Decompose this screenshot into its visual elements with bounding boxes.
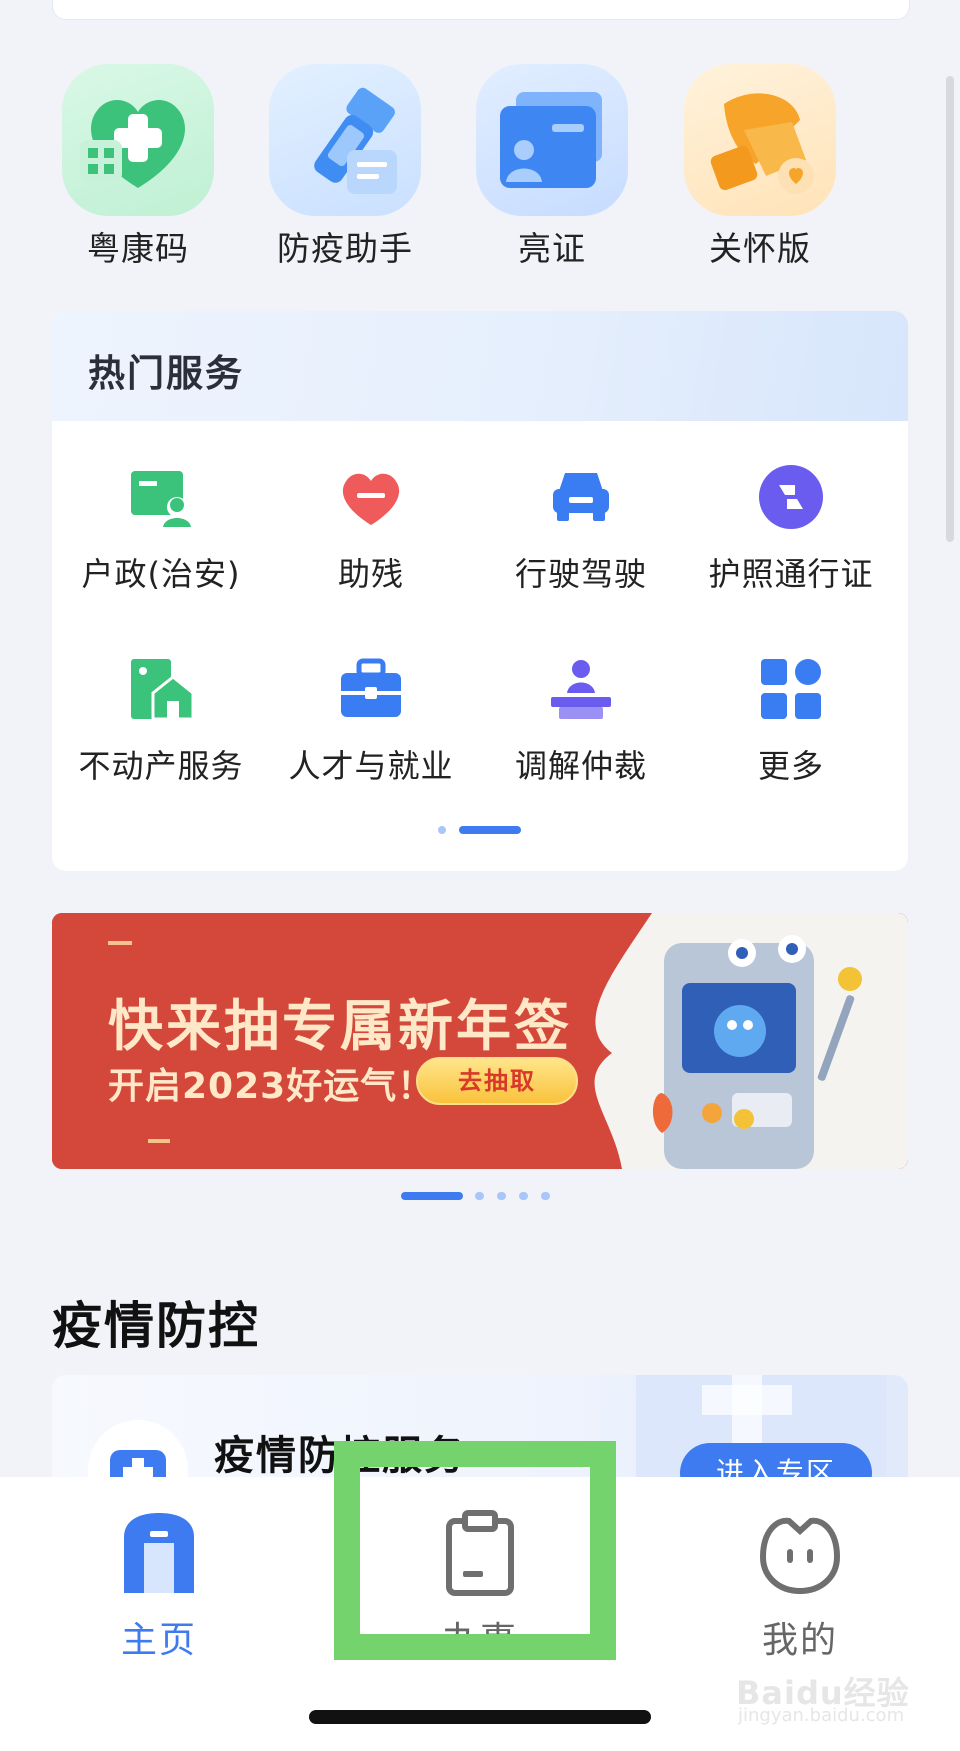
tab-label: 主页 [120, 1620, 197, 1661]
quick-label: 亮证 [518, 229, 586, 268]
banner-subtitle: 开启2023好运气！ [108, 1066, 435, 1107]
top-card-edge [52, 0, 910, 20]
service-label: 户政(治安) [81, 555, 241, 593]
pager-dot[interactable] [475, 1192, 484, 1200]
health-code-icon [62, 64, 214, 216]
service-household[interactable]: 户政(治安) [56, 461, 266, 595]
watermark-url: jingyan.baidu.com [738, 1705, 905, 1726]
show-id-icon [476, 64, 628, 216]
heart-icon [335, 461, 407, 533]
draw-lottery-button[interactable]: 去抽取 [416, 1057, 578, 1105]
home-icon [59, 1507, 259, 1601]
hot-services-card: 热门服务 户政(治安) 助残 行驶驾驶 护照通行证 不动产服务 人才与就业 调解… [52, 311, 908, 871]
hot-services-title: 热门服务 [88, 352, 244, 395]
house-icon [125, 653, 197, 725]
banner-title: 快来抽专属新年签 [108, 994, 573, 1058]
service-disability-aid[interactable]: 助残 [266, 461, 476, 595]
pager-dot[interactable] [519, 1192, 528, 1200]
mediation-icon [545, 653, 617, 725]
quick-access-row: 粤康码 防疫助手 亮证 关怀版 [50, 64, 910, 274]
household-icon [125, 461, 197, 533]
car-icon [545, 461, 617, 533]
quick-item-show-id[interactable]: 亮证 [472, 64, 632, 270]
service-passport[interactable]: 护照通行证 [686, 461, 896, 595]
service-label: 调解仲裁 [514, 747, 647, 785]
tab-profile[interactable]: 我的 [700, 1507, 900, 1663]
quick-label: 粤康码 [87, 229, 189, 268]
pager-dot-active[interactable] [459, 826, 521, 834]
service-driving[interactable]: 行驶驾驶 [476, 461, 686, 595]
quick-item-care-version[interactable]: 关怀版 [680, 64, 840, 270]
service-more[interactable]: 更多 [686, 653, 896, 787]
briefcase-icon [335, 653, 407, 725]
service-real-estate[interactable]: 不动产服务 [56, 653, 266, 787]
epidemic-card-title: 疫情防控服务 [214, 1433, 466, 1479]
epidemic-assistant-icon [269, 64, 421, 216]
home-indicator[interactable] [309, 1710, 651, 1724]
pager-dot[interactable] [438, 826, 446, 834]
service-mediation[interactable]: 调解仲裁 [476, 653, 686, 787]
service-label: 行驶驾驶 [514, 555, 647, 593]
clipboard-icon [380, 1507, 580, 1601]
scrollbar[interactable] [946, 76, 954, 542]
epidemic-section-title: 疫情防控 [52, 1297, 260, 1355]
banner-pager [0, 1192, 960, 1202]
service-label: 人才与就业 [288, 747, 454, 785]
new-year-banner[interactable]: 快来抽专属新年签 开启2023好运气！ 去抽取 [52, 913, 908, 1169]
tab-label: 我的 [761, 1620, 838, 1661]
pager-dot[interactable] [541, 1192, 550, 1200]
service-label: 更多 [757, 747, 824, 785]
pager-dot[interactable] [497, 1192, 506, 1200]
tab-home[interactable]: 主页 [59, 1507, 259, 1663]
quick-item-epidemic-assistant[interactable]: 防疫助手 [265, 64, 425, 270]
profile-icon [700, 1507, 900, 1601]
hot-services-header: 热门服务 [52, 311, 908, 421]
service-talent-employment[interactable]: 人才与就业 [266, 653, 476, 787]
grid-more-icon [755, 653, 827, 725]
service-label: 护照通行证 [708, 555, 874, 593]
tab-label: 办事 [441, 1620, 518, 1661]
care-version-icon [684, 64, 836, 216]
service-label: 不动产服务 [78, 747, 244, 785]
tab-services[interactable]: 办事 [380, 1507, 580, 1663]
quick-item-health-code[interactable]: 粤康码 [58, 64, 218, 270]
passport-icon [755, 461, 827, 533]
quick-label: 关怀版 [709, 229, 811, 268]
service-label: 助残 [337, 555, 404, 593]
quick-label: 防疫助手 [277, 229, 413, 268]
pager-dot-active[interactable] [401, 1192, 463, 1200]
